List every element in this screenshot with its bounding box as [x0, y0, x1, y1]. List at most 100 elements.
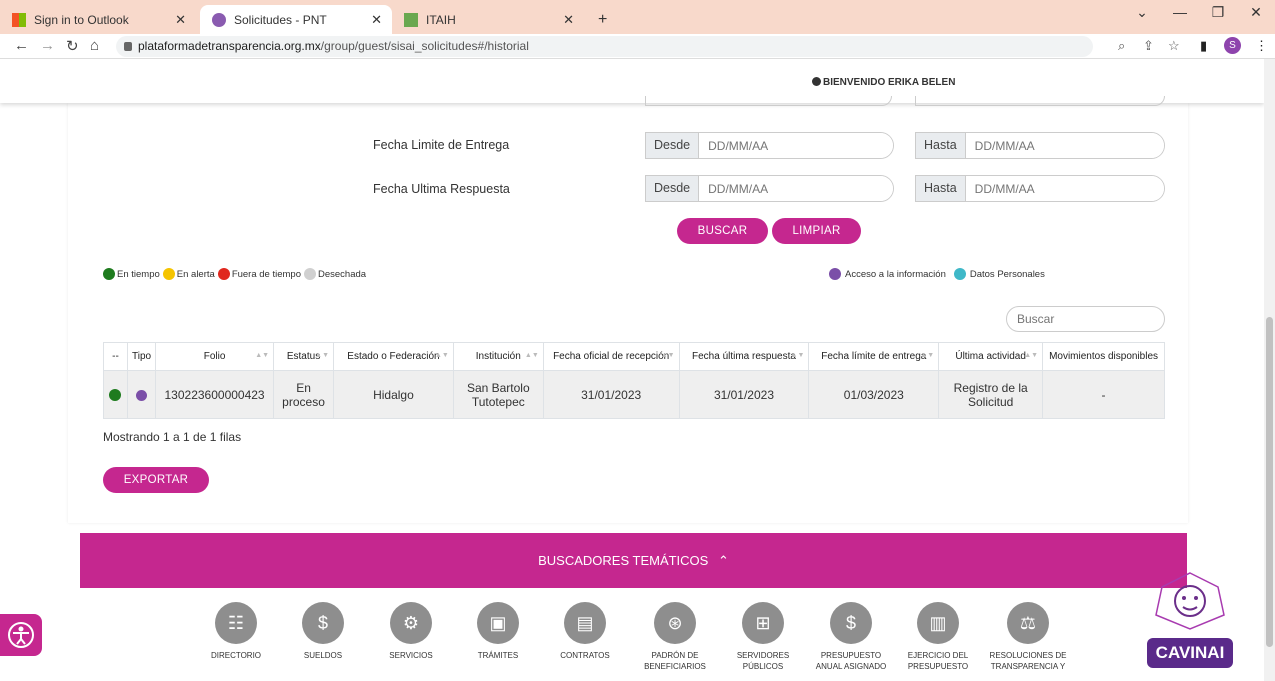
accessibility-button[interactable] — [0, 614, 42, 656]
org-grid-icon: ⊞ — [742, 602, 784, 644]
restore-icon[interactable]: ❐ — [1199, 0, 1237, 28]
fecha-limite-desde-input[interactable] — [699, 133, 893, 158]
status-cell — [103, 370, 128, 419]
col-institucion[interactable]: Institución ▲▼ — [452, 342, 544, 371]
solicitudes-table: -- Tipo Folio ▲▼ Estatus ▲▼ Estado o Feder… — [103, 342, 1165, 419]
close-window-icon[interactable]: ✕ — [1237, 0, 1275, 28]
datos-personales-icon — [953, 268, 966, 280]
tramites-link[interactable]: ▣ TRÁMITES — [458, 602, 538, 661]
share-icon[interactable]: ⇪ — [1143, 38, 1154, 54]
sort-icon: ▲▼ — [660, 352, 675, 359]
contratos-link[interactable]: ▤ CONTRATOS — [545, 602, 625, 661]
sueldos-link[interactable]: $ SUELDOS — [283, 602, 363, 661]
close-tab-icon[interactable]: ✕ — [175, 12, 186, 28]
col-movimientos: Movimientos disponibles — [1042, 342, 1165, 371]
pnt-icon — [212, 12, 226, 27]
actividad-cell: Registro de la Solicitud — [938, 370, 1044, 419]
sort-icon: ▲▼ — [524, 352, 539, 359]
sort-icon: ▲▼ — [434, 352, 449, 359]
chevron-up-icon: ⌃ — [717, 553, 729, 568]
servicios-link[interactable]: ⚙ SERVICIOS — [371, 602, 451, 661]
tab-solicitudes[interactable]: Solicitudes - PNT ✕ — [200, 5, 392, 34]
sort-icon: ▲▼ — [920, 352, 935, 359]
resoluciones-link[interactable]: ⚖ RESOLUCIONES DE TRANSPARENCIA Y — [988, 602, 1068, 672]
zoom-icon[interactable]: ⌕ — [1118, 38, 1125, 54]
url-field[interactable]: plataformadetransparencia.org.mx/group/g… — [116, 36, 1093, 57]
sort-icon: ▲▼ — [315, 352, 330, 359]
buscar-button[interactable]: BUSCAR — [677, 218, 768, 244]
microsoft-icon — [12, 12, 26, 27]
red-dot-icon — [217, 268, 230, 280]
col-fecha-limite[interactable]: Fecha límite de entrega ▲▼ — [808, 342, 940, 371]
fecha-ultima-hasta-input[interactable] — [965, 176, 1164, 201]
fecha-recepcion-cell: 31/01/2023 — [542, 370, 680, 419]
browser-tab-strip: Sign in to Outlook ✕ Solicitudes - PNT ✕… — [0, 0, 1275, 34]
fecha-limite-cell: 01/03/2023 — [808, 370, 940, 419]
sidepanel-icon[interactable]: ▮ — [1200, 38, 1207, 54]
col-tipo[interactable]: Tipo — [126, 342, 157, 371]
directorio-link[interactable]: ☷ DIRECTORIO — [196, 602, 276, 661]
servidores-link[interactable]: ⊞ SERVIDORES PÚBLICOS — [723, 602, 803, 672]
forward-icon[interactable]: → — [40, 37, 55, 54]
lock-icon — [124, 42, 132, 51]
beneficiaries-icon: ⊛ — [654, 602, 696, 644]
menu-kebab-icon[interactable]: ⋮ — [1255, 38, 1268, 54]
presupuesto-link[interactable]: $ PRESUPUESTO ANUAL ASIGNADO — [811, 602, 891, 672]
fecha-ultima-label: Fecha Ultima Respuesta — [373, 182, 510, 196]
table-search-input[interactable] — [1006, 306, 1165, 332]
limpiar-button[interactable]: LIMPIAR — [772, 218, 861, 244]
col-estatus[interactable]: Estatus ▲▼ — [273, 342, 335, 371]
sort-icon: ▲▼ — [1024, 352, 1039, 359]
movimientos-cell: - — [1042, 370, 1165, 419]
col-fecha-recepcion[interactable]: Fecha oficial de recepción ▲▼ — [542, 342, 680, 371]
estado-cell: Hidalgo — [333, 370, 454, 419]
new-tab-button[interactable]: + — [586, 5, 616, 34]
profile-avatar[interactable]: S — [1224, 37, 1241, 54]
pagination-info: Mostrando 1 a 1 de 1 filas — [103, 430, 242, 444]
partially-hidden-input — [915, 96, 1165, 106]
reload-icon[interactable]: ↻ — [66, 37, 79, 55]
folio-cell[interactable]: 130223600000423 — [155, 370, 275, 419]
accessibility-icon — [8, 622, 34, 648]
home-icon[interactable]: ⌂ — [90, 37, 99, 54]
sort-icon: ▲▼ — [255, 352, 270, 359]
col-fecha-respuesta[interactable]: Fecha última respuesta ▲▼ — [678, 342, 810, 371]
ejercicio-link[interactable]: ▥ EJERCICIO DEL PRESUPUESTO — [898, 602, 978, 672]
tab-search-icon[interactable]: ⌄ — [1123, 0, 1161, 28]
acceso-info-type-icon — [136, 389, 148, 401]
page-content: BIENVENIDO ERIKA BELEN Fecha Limite de E… — [0, 59, 1264, 681]
hand-gear-icon: ⚙ — [390, 602, 432, 644]
col-actividad[interactable]: Última actividad ▲▼ — [938, 342, 1044, 371]
table-row[interactable]: 130223600000423 En proceso Hidalgo San B… — [103, 370, 1165, 419]
en-tiempo-status-icon — [109, 389, 122, 402]
fecha-ultima-desde-input[interactable] — [699, 176, 893, 201]
fecha-limite-label: Fecha Limite de Entrega — [373, 138, 510, 152]
id-card-icon: ▣ — [477, 602, 519, 644]
close-tab-icon[interactable]: ✕ — [371, 12, 382, 28]
cavinai-face-icon — [1155, 572, 1225, 630]
bar-chart-icon: ▥ — [917, 602, 959, 644]
estatus-cell: En proceso — [273, 370, 335, 419]
cavinai-logo[interactable]: CAVINAI — [1140, 569, 1240, 674]
buscadores-tematicos-toggle[interactable]: BUSCADORES TEMÁTICOS ⌃ — [80, 533, 1187, 588]
welcome-text: BIENVENIDO ERIKA BELEN — [812, 77, 955, 88]
itaih-icon — [404, 12, 418, 27]
minimize-icon[interactable]: — — [1161, 0, 1199, 28]
institucion-cell: San Bartolo Tutotepec — [452, 370, 544, 419]
scrollbar-thumb[interactable] — [1266, 317, 1273, 647]
fecha-limite-hasta-group: Hasta — [915, 132, 1165, 159]
close-tab-icon[interactable]: ✕ — [563, 12, 574, 28]
padron-link[interactable]: ⊛ PADRÓN DE BENEFICIARIOS — [635, 602, 715, 672]
bookmark-star-icon[interactable]: ☆ — [1168, 38, 1180, 54]
back-icon[interactable]: ← — [14, 37, 29, 54]
partially-hidden-input — [645, 96, 892, 106]
tab-outlook[interactable]: Sign in to Outlook ✕ — [0, 5, 196, 34]
col-estado[interactable]: Estado o Federación ▲▼ — [333, 342, 454, 371]
page-scrollbar[interactable] — [1264, 59, 1275, 681]
fecha-limite-hasta-input[interactable] — [965, 133, 1164, 158]
window-controls: ⌄ — ❐ ✕ — [1123, 0, 1275, 28]
exportar-button[interactable]: EXPORTAR — [103, 467, 209, 493]
col-folio[interactable]: Folio ▲▼ — [155, 342, 275, 371]
tab-itaih[interactable]: ITAIH ✕ — [392, 5, 584, 34]
top-header: BIENVENIDO ERIKA BELEN — [0, 59, 1264, 106]
